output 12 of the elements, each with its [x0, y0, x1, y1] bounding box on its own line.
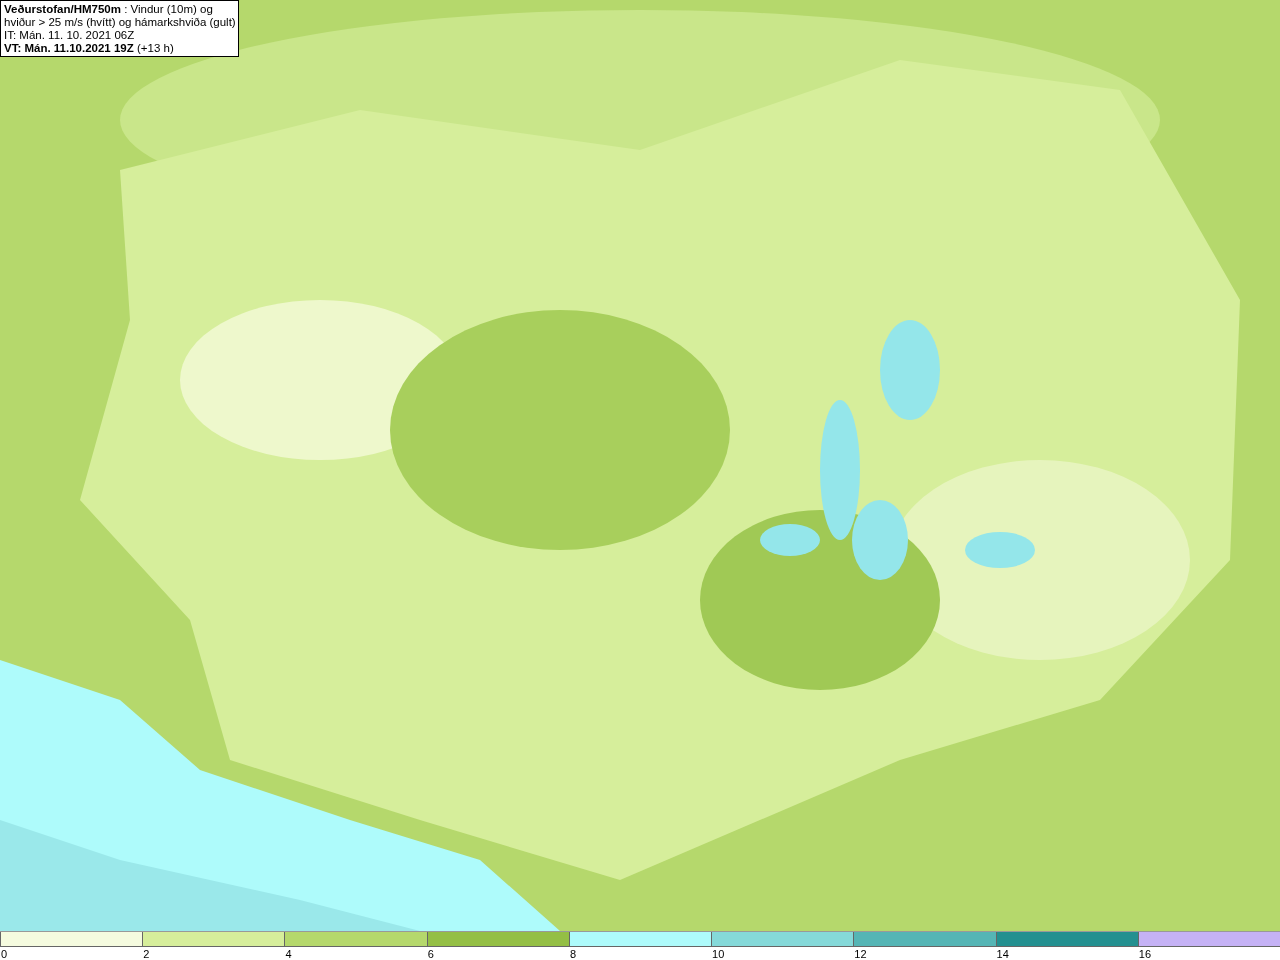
valid-time: VT: Mán. 11.10.2021 19Z (+13 h): [4, 42, 175, 55]
legend-tick: 14: [995, 947, 1010, 960]
legend-tick: 4: [284, 947, 293, 960]
legend-tick: 10: [711, 947, 726, 960]
legend-tick: 8: [568, 947, 577, 960]
legend-tick: 6: [426, 947, 435, 960]
caption-heading: Veðurstofan/HM750m : Vindur (10m) og hviður > 25 m/s (hvítt) og hámarkshviða (gult): [4, 3, 236, 29]
legend-tick: 2: [142, 947, 151, 960]
legend-tick: 16: [1137, 947, 1152, 960]
issue-time: IT: Mán. 11. 10. 2021 06Z: [4, 29, 136, 42]
legend-tick: 0: [0, 947, 9, 960]
legend-tick: 12: [853, 947, 868, 960]
